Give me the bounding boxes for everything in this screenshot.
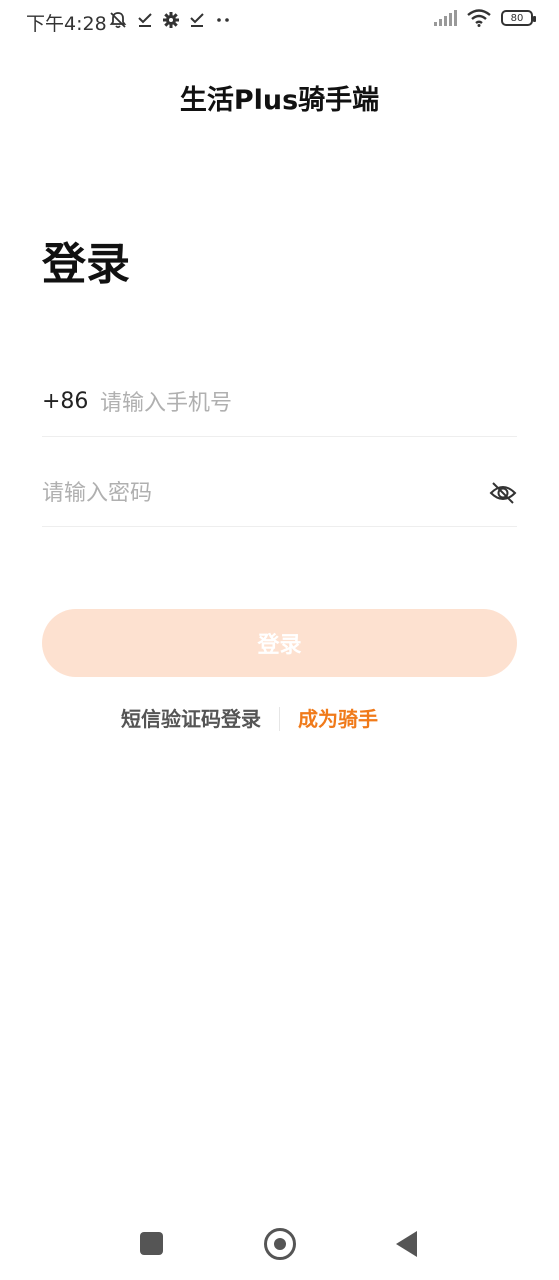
login-button[interactable]: 登录 [42,609,517,677]
country-code[interactable]: +86 [42,389,88,414]
gear-icon [163,12,179,28]
signal-icon [434,10,457,26]
battery-level: 80 [510,12,524,24]
status-icons-right: 80 [433,9,536,27]
become-rider-link[interactable]: 成为骑手 [298,703,378,732]
battery-icon: 80 [501,10,536,26]
wifi-icon [467,9,491,27]
home-icon[interactable] [264,1228,296,1260]
status-bar: 下午4:28 80 [0,0,559,44]
check-icon [190,13,204,27]
bell-mute-icon [109,12,127,29]
more-dots-icon [217,18,229,22]
password-field-row [42,462,517,527]
recent-apps-icon[interactable] [140,1232,163,1255]
phone-input[interactable] [100,386,500,420]
login-links-row: 短信验证码登录 成为骑手 [0,703,559,735]
home-icon-dot [274,1238,286,1250]
sms-login-link[interactable]: 短信验证码登录 [121,703,261,732]
status-icons-left [108,10,232,30]
login-heading: 登录 [42,239,130,290]
eye-off-icon[interactable] [489,480,517,506]
system-nav-bar [0,1210,559,1280]
links-divider [279,707,280,731]
phone-field-row: +86 [42,372,517,437]
back-icon[interactable] [396,1231,417,1257]
app-title: 生活Plus骑手端 [179,85,380,116]
check-icon [138,13,152,27]
status-time: 下午4:28 [26,13,107,35]
password-input[interactable] [42,476,462,510]
